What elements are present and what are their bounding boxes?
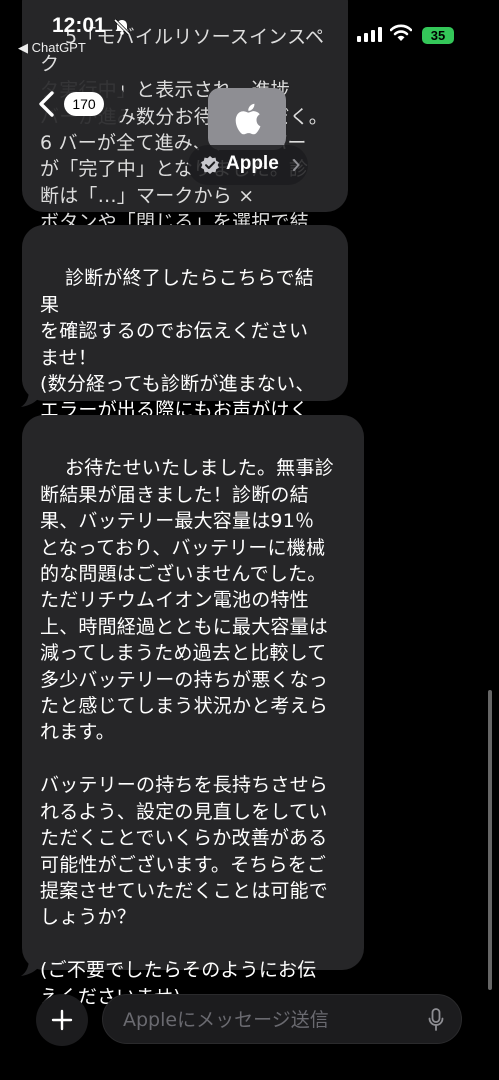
message-composer[interactable] [102,994,462,1045]
bubble-tail-icon [21,389,43,407]
apple-logo-icon [235,103,261,135]
contact-name-button[interactable]: Apple [188,145,308,185]
contact-avatar[interactable] [208,88,286,150]
status-time: 12:01 [52,14,106,37]
verified-badge-icon [201,156,219,174]
back-button[interactable]: 170 [22,76,126,132]
status-bar: 12:01 ◀ ChatGPT 35 [0,0,499,60]
chevron-right-icon [293,159,300,171]
bubble-tail-icon [21,958,43,976]
chevron-left-icon [39,91,54,117]
battery-level: 35 [422,27,454,44]
microphone-icon[interactable] [428,1008,444,1032]
wifi-icon [390,24,412,41]
message-text: お待たせいたしました。無事診 断結果が届きました！診断の結 果、バッテリー最大容… [40,457,334,1008]
bell-muted-icon [113,18,131,36]
plus-icon [51,1009,73,1031]
cellular-signal-icon [357,27,382,42]
add-attachment-button[interactable] [36,994,88,1046]
back-to-app-link[interactable]: ◀ ChatGPT [18,40,86,56]
scroll-indicator[interactable] [488,690,492,990]
unread-count-badge: 170 [64,92,104,116]
message-bubble: 診断が終了したらこちらで結果 を確認するのでお伝えください ませ！ (数分経って… [21,225,348,448]
message-input[interactable] [121,995,415,1045]
contact-name: Apple [226,153,279,174]
message-bubble: お待たせいたしました。無事診 断結果が届きました！診断の結 果、バッテリー最大容… [21,415,364,1008]
